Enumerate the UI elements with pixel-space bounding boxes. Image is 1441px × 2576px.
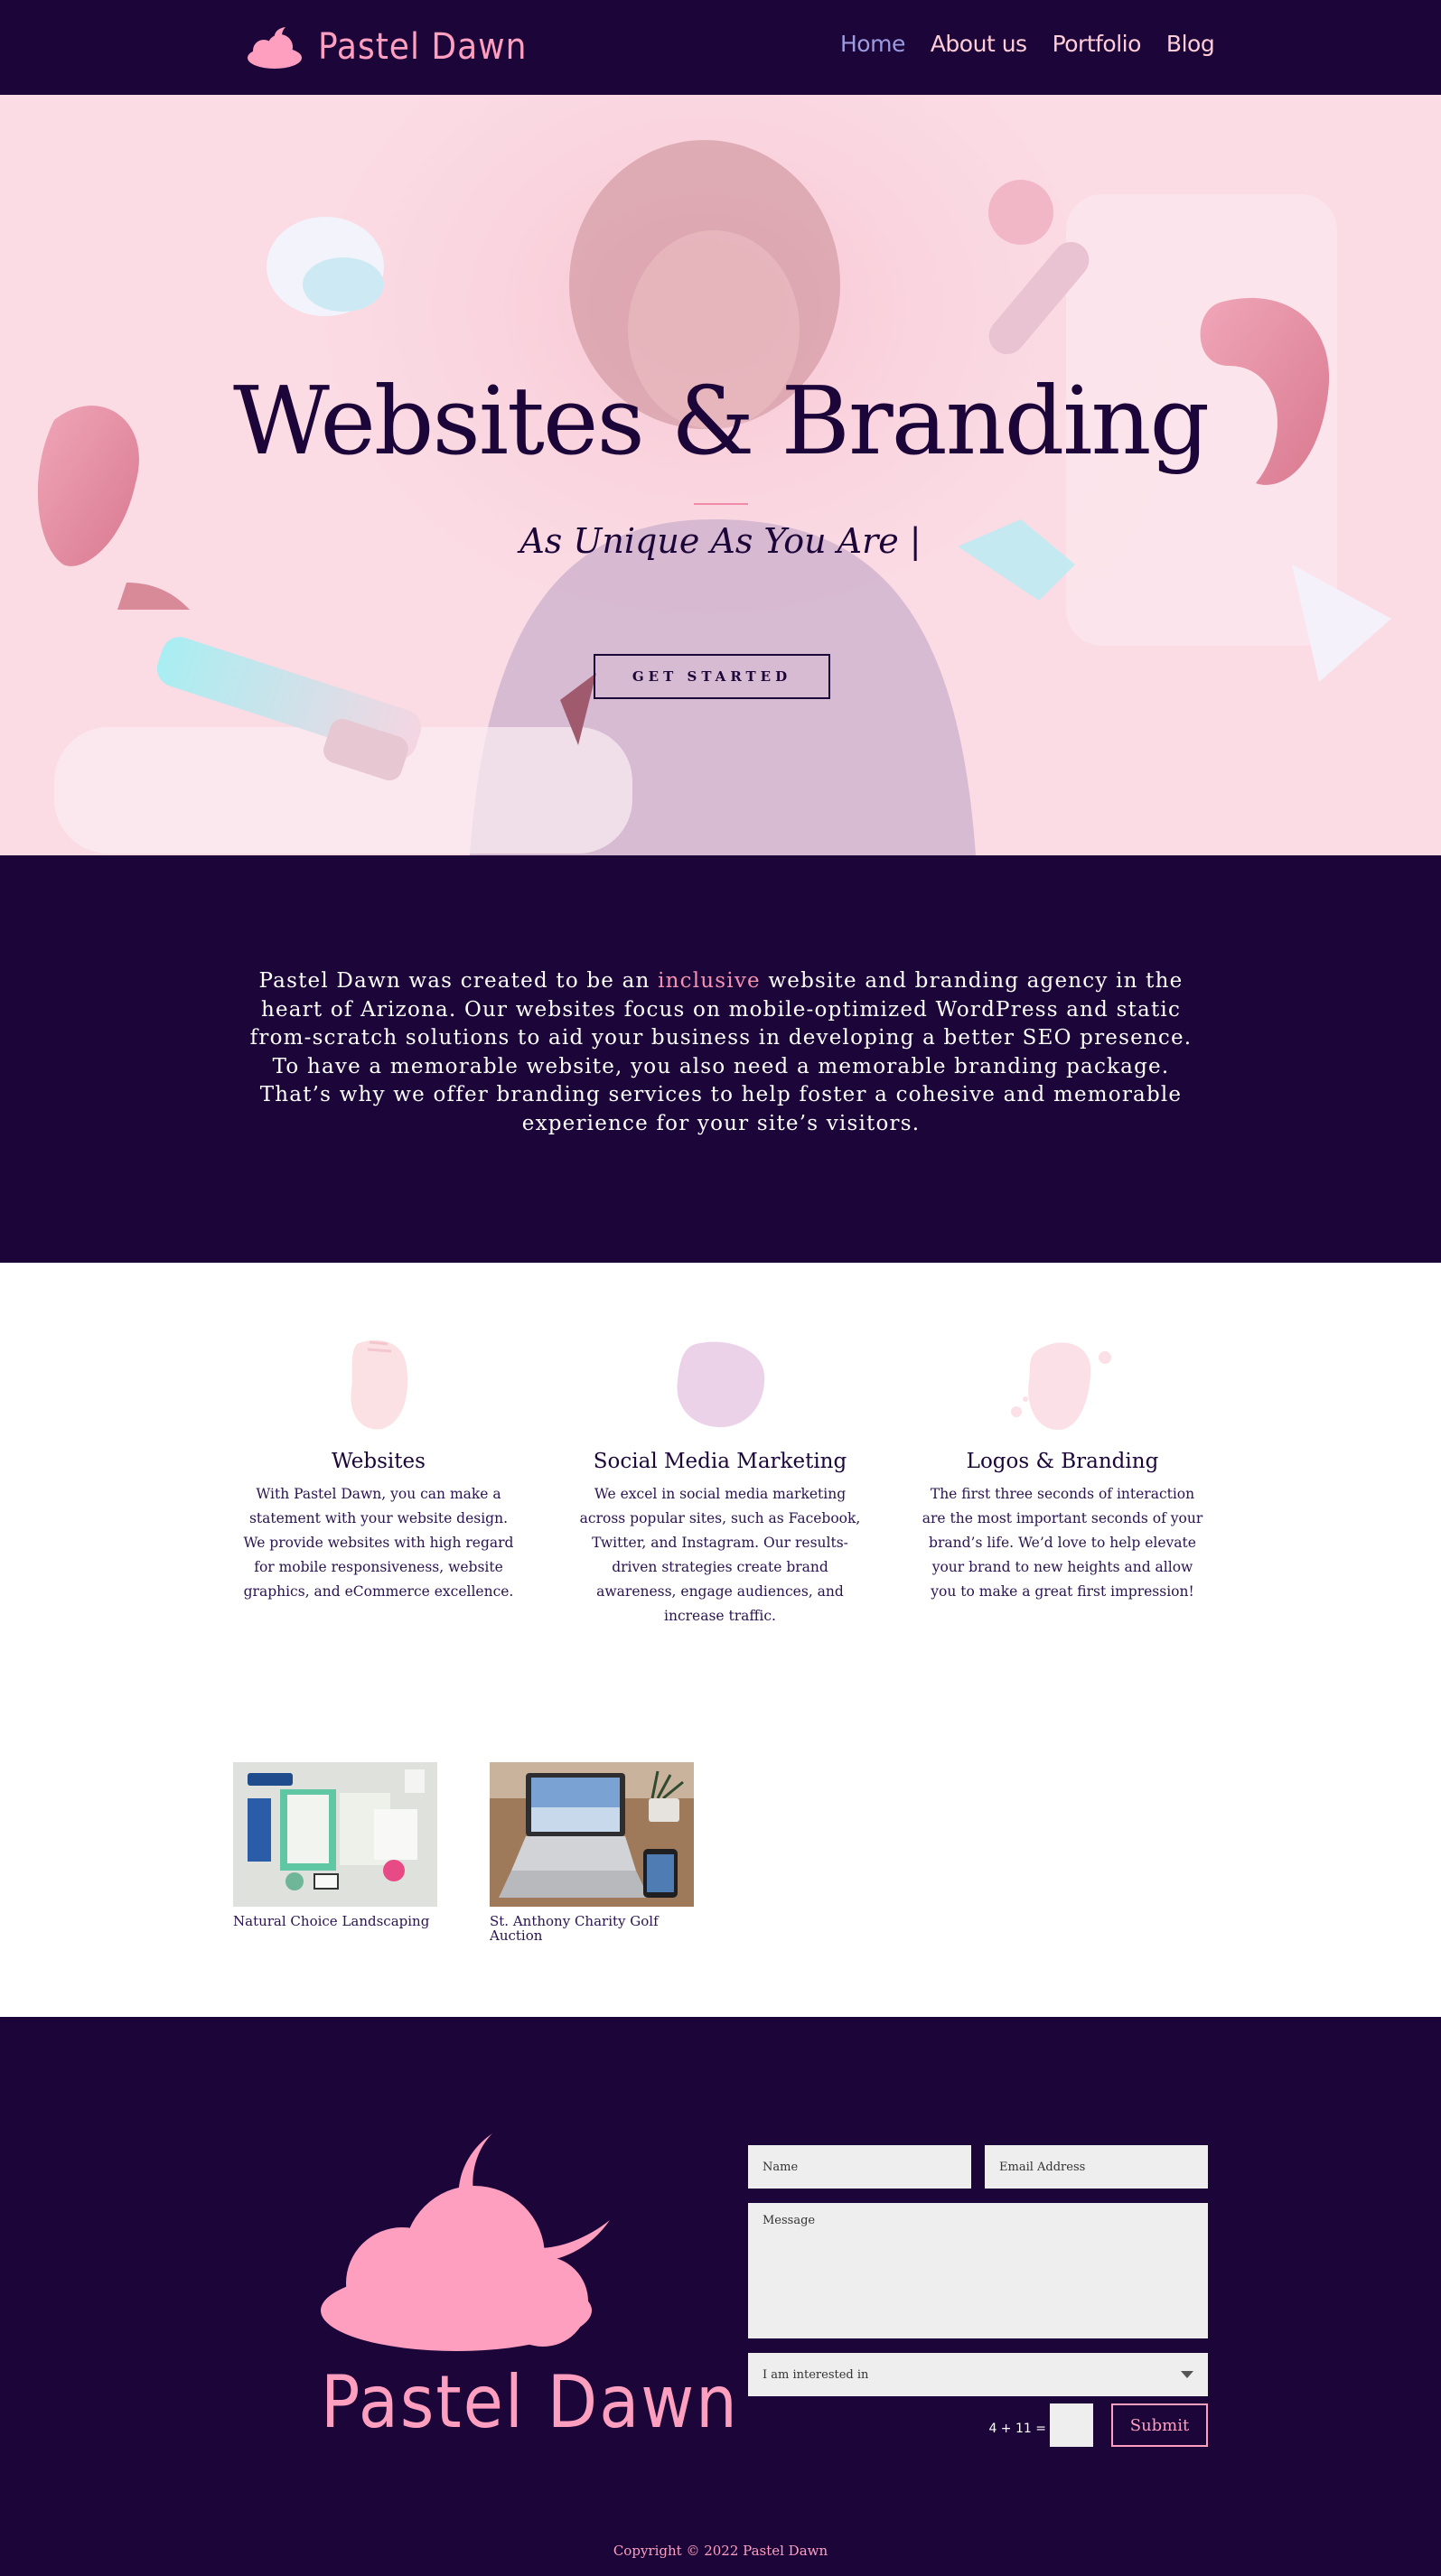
hero-section: Websites & Branding As Unique As You Are…: [0, 95, 1441, 855]
branding-stationery-mockup-image[interactable]: [233, 1762, 437, 1907]
lavender-blob-icon: [575, 1330, 866, 1439]
name-field[interactable]: Name: [748, 2145, 971, 2189]
portfolio-caption[interactable]: St. Anthony Charity Golf Auction: [490, 1914, 694, 1943]
footer-section: Pastel Dawn Name Email Address Message I…: [0, 2017, 1441, 2576]
service-description: We excel in social media marketing acros…: [579, 1486, 861, 1624]
captcha-input[interactable]: [1050, 2403, 1093, 2447]
nav-item-home[interactable]: Home: [840, 31, 905, 57]
intro-text-end: website and branding agency in the heart…: [249, 969, 1193, 1135]
services-section: Websites With Pastel Dawn, you can make …: [0, 1263, 1441, 1732]
nav-item-blog[interactable]: Blog: [1166, 31, 1215, 57]
top-navigation: Pastel Dawn Home About us Portfolio Blog: [0, 0, 1441, 95]
get-started-button[interactable]: GET STARTED: [594, 654, 830, 699]
hero-title: Websites & Branding: [232, 366, 1210, 476]
service-description: With Pastel Dawn, you can make a stateme…: [243, 1486, 514, 1600]
intro-text-start: Pastel Dawn was created to be an: [258, 969, 659, 993]
cloud-moon-logo-icon: [321, 2133, 610, 2351]
interest-select[interactable]: I am interested in: [748, 2353, 1208, 2396]
hero-subtitle: As Unique As You Are |: [519, 521, 922, 561]
portfolio-item[interactable]: St. Anthony Charity Golf Auction: [490, 1762, 694, 1943]
service-title: Logos & Branding: [966, 1450, 1159, 1473]
service-title: Websites: [332, 1450, 426, 1473]
footer-logo-text: Pastel Dawn: [321, 2360, 739, 2444]
email-field[interactable]: Email Address: [985, 2145, 1208, 2189]
portfolio-caption[interactable]: Natural Choice Landscaping: [233, 1914, 437, 1928]
service-card-websites: Websites With Pastel Dawn, you can make …: [233, 1330, 524, 1604]
chevron-down-icon: [1181, 2371, 1193, 2378]
nav-item-portfolio[interactable]: Portfolio: [1053, 31, 1142, 57]
pink-brushstroke-icon: [233, 1330, 524, 1439]
nav-item-about-us[interactable]: About us: [931, 31, 1027, 57]
message-field[interactable]: Message: [748, 2203, 1208, 2338]
service-description: The first three seconds of interaction a…: [922, 1486, 1203, 1600]
captcha-question: 4 + 11 =: [988, 2422, 1046, 2436]
service-card-logos-branding: Logos & Branding The first three seconds…: [917, 1330, 1208, 1604]
cloud-moon-icon: [248, 27, 302, 69]
header-logo[interactable]: Pastel Dawn: [244, 22, 527, 72]
service-title: Social Media Marketing: [593, 1450, 847, 1473]
service-card-social-media: Social Media Marketing We excel in socia…: [575, 1330, 866, 1629]
laptop-website-mockup-image[interactable]: [490, 1762, 694, 1907]
submit-button[interactable]: Submit: [1111, 2403, 1208, 2447]
main-menu: Home About us Portfolio Blog: [840, 31, 1215, 57]
header-logo-text: Pastel Dawn: [318, 26, 528, 68]
intro-paragraph: Pastel Dawn was created to be an inclusi…: [233, 967, 1209, 1138]
hero-divider: [694, 503, 748, 505]
portfolio-section: Natural Choice Landscaping St. Anthony C…: [0, 1732, 1441, 2017]
pink-splash-icon: [917, 1330, 1208, 1439]
portfolio-item[interactable]: Natural Choice Landscaping: [233, 1762, 437, 1928]
intro-highlight-word: inclusive: [658, 969, 761, 993]
interest-select-value: I am interested in: [763, 2367, 869, 2382]
intro-section: Pastel Dawn was created to be an inclusi…: [0, 855, 1441, 1263]
copyright-text: Copyright © 2022 Pastel Dawn: [613, 2543, 828, 2559]
